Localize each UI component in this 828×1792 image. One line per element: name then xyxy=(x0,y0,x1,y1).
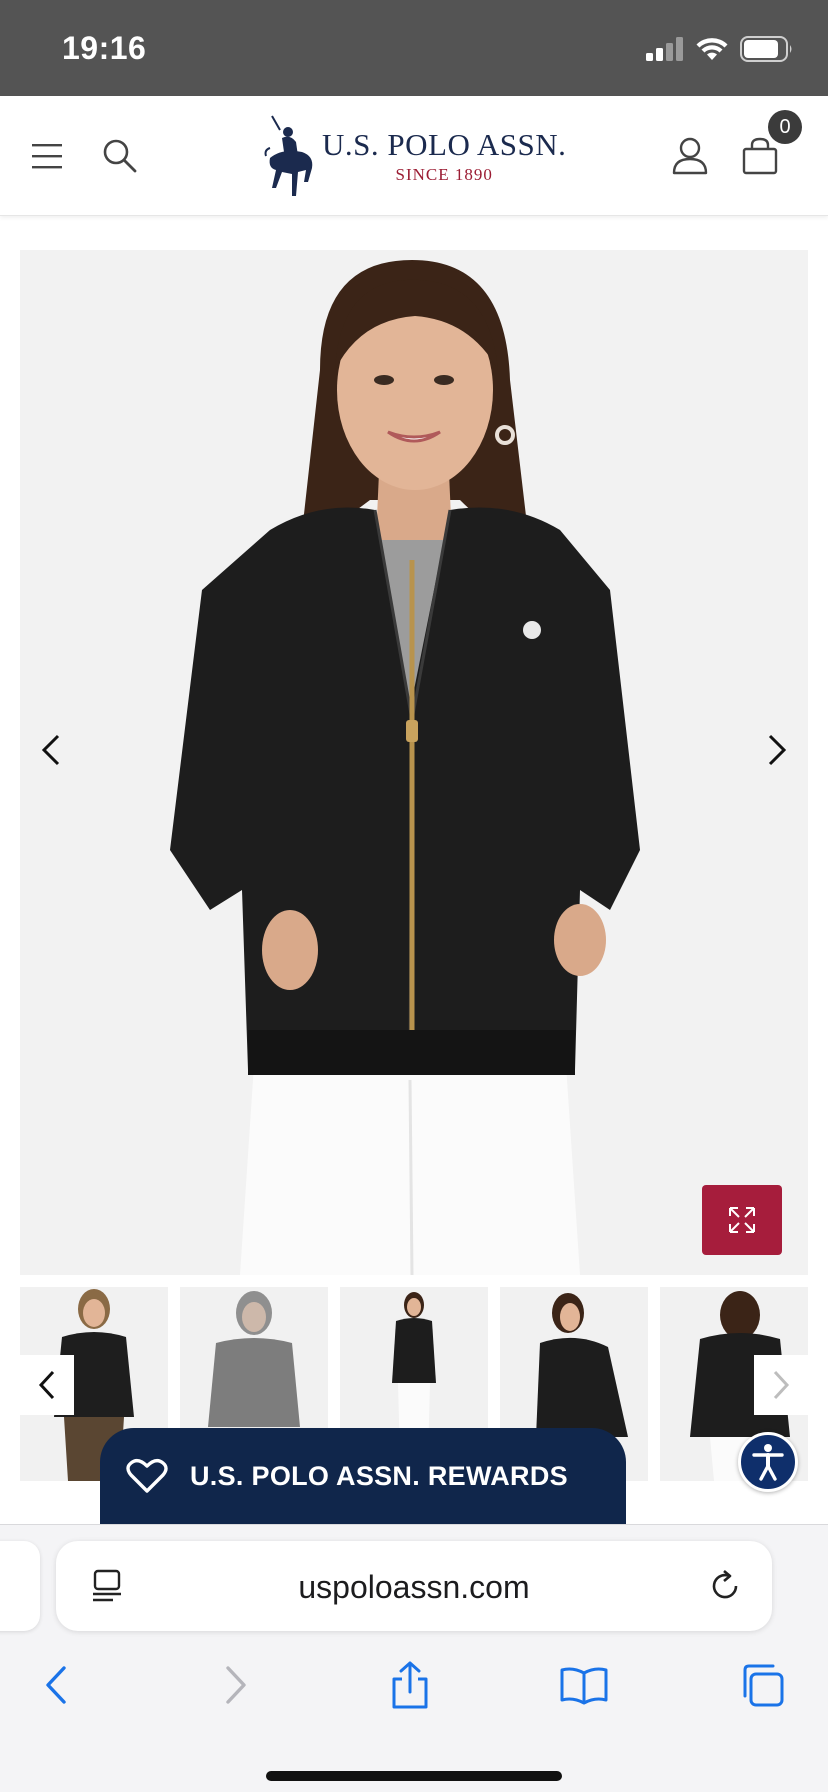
user-icon xyxy=(672,137,708,175)
wifi-icon xyxy=(696,38,728,60)
product-main-image[interactable] xyxy=(20,250,808,1275)
thumbnails-next-button[interactable] xyxy=(754,1355,808,1415)
product-page: 19:16 U.S. POLO ASSN. SINCE 1890 0 U.S. … xyxy=(0,0,828,1792)
expand-image-button[interactable] xyxy=(702,1185,782,1255)
previous-tab-preview[interactable] xyxy=(0,1541,40,1631)
thumbnails-prev-button[interactable] xyxy=(20,1355,74,1415)
accessibility-button[interactable] xyxy=(738,1432,798,1492)
status-icons xyxy=(646,36,794,62)
bookmarks-button[interactable] xyxy=(552,1653,616,1717)
cart-count-badge: 0 xyxy=(768,110,802,144)
cart-button[interactable]: 0 xyxy=(730,110,802,186)
expand-arrows-icon xyxy=(729,1207,755,1233)
chevron-left-icon xyxy=(38,1370,55,1400)
battery-icon xyxy=(740,36,792,62)
cellular-signal-icon xyxy=(646,37,683,61)
reload-button[interactable] xyxy=(702,1563,748,1609)
rewards-button[interactable]: U.S. POLO ASSN. REWARDS xyxy=(100,1428,626,1524)
rewards-label: U.S. POLO ASSN. REWARDS xyxy=(190,1460,568,1491)
polo-player-icon xyxy=(264,115,313,196)
gallery-prev-button[interactable] xyxy=(26,720,76,780)
forward-icon xyxy=(226,1666,246,1704)
shopping-bag-icon xyxy=(742,137,778,175)
logo-tagline: SINCE 1890 xyxy=(395,165,493,184)
share-button[interactable] xyxy=(378,1653,442,1717)
search-button[interactable] xyxy=(90,126,150,186)
logo-text: U.S. POLO ASSN. SINCE 1890 xyxy=(322,127,566,185)
hamburger-menu-icon xyxy=(32,144,62,169)
browser-toolbar: uspoloassn.com xyxy=(0,1524,828,1792)
bookmarks-icon xyxy=(560,1667,608,1705)
status-bar: 19:16 xyxy=(0,0,828,96)
brand-logo[interactable]: U.S. POLO ASSN. SINCE 1890 xyxy=(262,110,572,202)
share-icon xyxy=(392,1661,428,1709)
reload-icon xyxy=(712,1570,738,1599)
home-indicator xyxy=(266,1771,562,1781)
chevron-right-icon xyxy=(773,1370,790,1400)
tabs-button[interactable] xyxy=(730,1653,794,1717)
menu-button[interactable] xyxy=(18,126,78,186)
accessibility-person-icon xyxy=(752,1444,784,1481)
status-time: 19:16 xyxy=(62,30,147,66)
product-gallery xyxy=(20,250,808,1275)
chevron-right-icon xyxy=(768,734,787,766)
address-bar[interactable]: uspoloassn.com xyxy=(56,1541,772,1631)
site-header: U.S. POLO ASSN. SINCE 1890 0 xyxy=(0,96,828,216)
chevron-left-icon xyxy=(41,734,60,766)
gallery-next-button[interactable] xyxy=(752,720,802,780)
url-text: uspoloassn.com xyxy=(298,1569,530,1605)
account-button[interactable] xyxy=(660,126,720,186)
back-icon xyxy=(46,1666,66,1704)
heart-icon xyxy=(126,1458,168,1493)
back-button[interactable] xyxy=(24,1653,88,1717)
logo-name: U.S. POLO ASSN. xyxy=(322,127,567,162)
search-icon xyxy=(103,139,137,173)
tabs-icon xyxy=(743,1664,784,1707)
forward-button[interactable] xyxy=(204,1653,268,1717)
